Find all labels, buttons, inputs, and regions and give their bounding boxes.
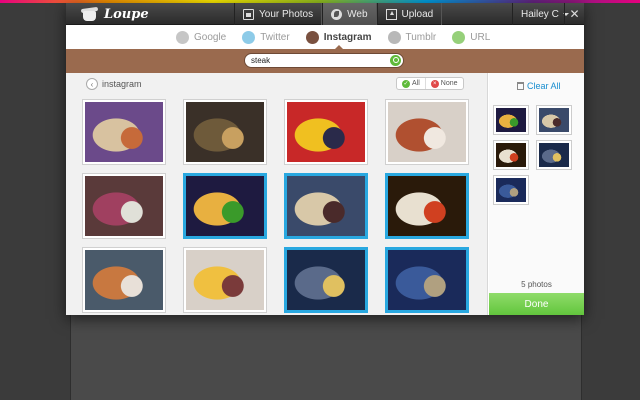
clear-all-button[interactable]: Clear All xyxy=(517,81,561,91)
photo-image xyxy=(186,250,264,310)
photo-thumbnail[interactable] xyxy=(284,247,368,313)
done-button[interactable]: Done xyxy=(489,293,584,315)
chevron-left-icon: ‹ xyxy=(90,79,94,89)
photo-thumbnail[interactable] xyxy=(385,99,469,165)
tumblr-icon xyxy=(387,30,401,44)
select-all-label: All xyxy=(412,80,420,87)
tray-thumbnail[interactable] xyxy=(493,140,529,170)
photo-image xyxy=(496,178,526,202)
breadcrumb: ‹ instagram xyxy=(86,78,142,90)
tab-label: Upload xyxy=(401,8,434,20)
photo-image xyxy=(496,143,526,167)
tab-web[interactable]: Web xyxy=(322,3,377,25)
background-left-panel xyxy=(0,0,70,400)
selection-tray: Clear All 5 photos Done xyxy=(489,73,584,315)
photo-image xyxy=(496,108,526,132)
search-box xyxy=(244,53,404,68)
source-tab-label: Google xyxy=(194,31,227,43)
tray-thumbnail[interactable] xyxy=(536,105,572,135)
source-tab-google[interactable]: Google xyxy=(176,25,226,49)
upload-icon xyxy=(385,8,397,20)
tab-label: Your Photos xyxy=(259,8,314,20)
photo-thumbnail[interactable] xyxy=(82,247,166,313)
select-all-button[interactable]: ✓ All xyxy=(397,78,425,89)
source-tab-label: Tumblr xyxy=(405,31,437,43)
check-icon: ✓ xyxy=(402,79,410,88)
source-tab-label: Twitter xyxy=(260,31,290,43)
photo-image xyxy=(186,176,264,236)
photo-thumbnail[interactable] xyxy=(183,247,267,313)
twitter-icon xyxy=(242,30,256,44)
tab-upload[interactable]: Upload xyxy=(376,3,443,25)
x-icon: × xyxy=(430,79,439,88)
photo-thumbnail[interactable] xyxy=(82,99,166,165)
photo-thumbnail[interactable] xyxy=(385,247,469,313)
photo-thumbnail[interactable] xyxy=(284,99,368,165)
photo-thumbnail[interactable] xyxy=(284,173,368,239)
tray-thumbnail[interactable] xyxy=(493,175,529,205)
app-logo: Loupe xyxy=(80,5,149,23)
photo-image xyxy=(539,143,569,167)
app-name: Loupe xyxy=(104,6,149,22)
user-name: Hailey C xyxy=(521,8,559,20)
source-tab-label: Instagram xyxy=(323,31,372,43)
source-tab-instagram[interactable]: Instagram xyxy=(305,25,372,50)
photo-image xyxy=(287,102,365,162)
photo-image xyxy=(85,102,163,162)
background-right-panel xyxy=(582,0,640,400)
tray-grid xyxy=(493,105,572,205)
search-icon[interactable] xyxy=(390,55,401,66)
photo-thumbnail[interactable] xyxy=(385,173,469,239)
photo-image xyxy=(287,250,365,310)
source-tab-tumblr[interactable]: Tumblr xyxy=(387,25,437,49)
photo-image xyxy=(388,102,466,162)
tab-your-photos[interactable]: Your Photos xyxy=(234,3,323,25)
tab-label: Web xyxy=(347,8,368,20)
selection-toggle: ✓ All × None xyxy=(396,77,464,90)
tray-thumbnail[interactable] xyxy=(493,105,529,135)
photo-thumbnail[interactable] xyxy=(183,173,267,239)
web-icon xyxy=(331,8,343,20)
photo-grid xyxy=(82,99,469,313)
results-panel: ‹ instagram ✓ All × None xyxy=(66,73,488,315)
instagram-icon xyxy=(305,30,319,44)
top-nav-tabs: Your Photos Web Upload xyxy=(234,3,443,25)
photos-icon xyxy=(243,8,254,20)
photo-thumbnail[interactable] xyxy=(82,173,166,239)
source-tab-url[interactable]: URL xyxy=(452,25,490,49)
photo-image xyxy=(388,250,466,310)
search-input[interactable] xyxy=(251,56,387,65)
photo-picker-modal: Loupe Your Photos Web Upload Hailey C ✕ xyxy=(66,3,584,315)
source-tab-twitter[interactable]: Twitter xyxy=(242,25,290,49)
url-icon xyxy=(452,30,466,44)
loupe-logo-icon xyxy=(80,6,100,22)
close-icon: ✕ xyxy=(569,7,580,21)
google-icon xyxy=(176,30,189,44)
select-none-button[interactable]: × None xyxy=(424,78,463,89)
clear-all-label: Clear All xyxy=(527,81,561,91)
photo-image xyxy=(85,176,163,236)
breadcrumb-label: instagram xyxy=(102,79,142,89)
source-bar: Google Twitter Instagram Tumblr URL xyxy=(66,25,584,50)
tray-thumbnail[interactable] xyxy=(536,140,572,170)
photo-thumbnail[interactable] xyxy=(183,99,267,165)
back-button[interactable]: ‹ xyxy=(86,78,98,90)
photo-image xyxy=(388,176,466,236)
select-none-label: None xyxy=(440,80,458,87)
search-strip xyxy=(66,49,584,73)
photo-image xyxy=(85,250,163,310)
photo-image xyxy=(287,176,365,236)
photo-count: 5 photos xyxy=(521,280,552,289)
photo-image xyxy=(539,108,569,132)
photo-image xyxy=(186,102,264,162)
close-button[interactable]: ✕ xyxy=(564,3,584,25)
trash-icon xyxy=(517,82,524,90)
top-bar: Loupe Your Photos Web Upload Hailey C ✕ xyxy=(66,3,584,25)
source-tabs: Google Twitter Instagram Tumblr URL xyxy=(176,25,490,50)
source-tab-label: URL xyxy=(470,31,491,43)
